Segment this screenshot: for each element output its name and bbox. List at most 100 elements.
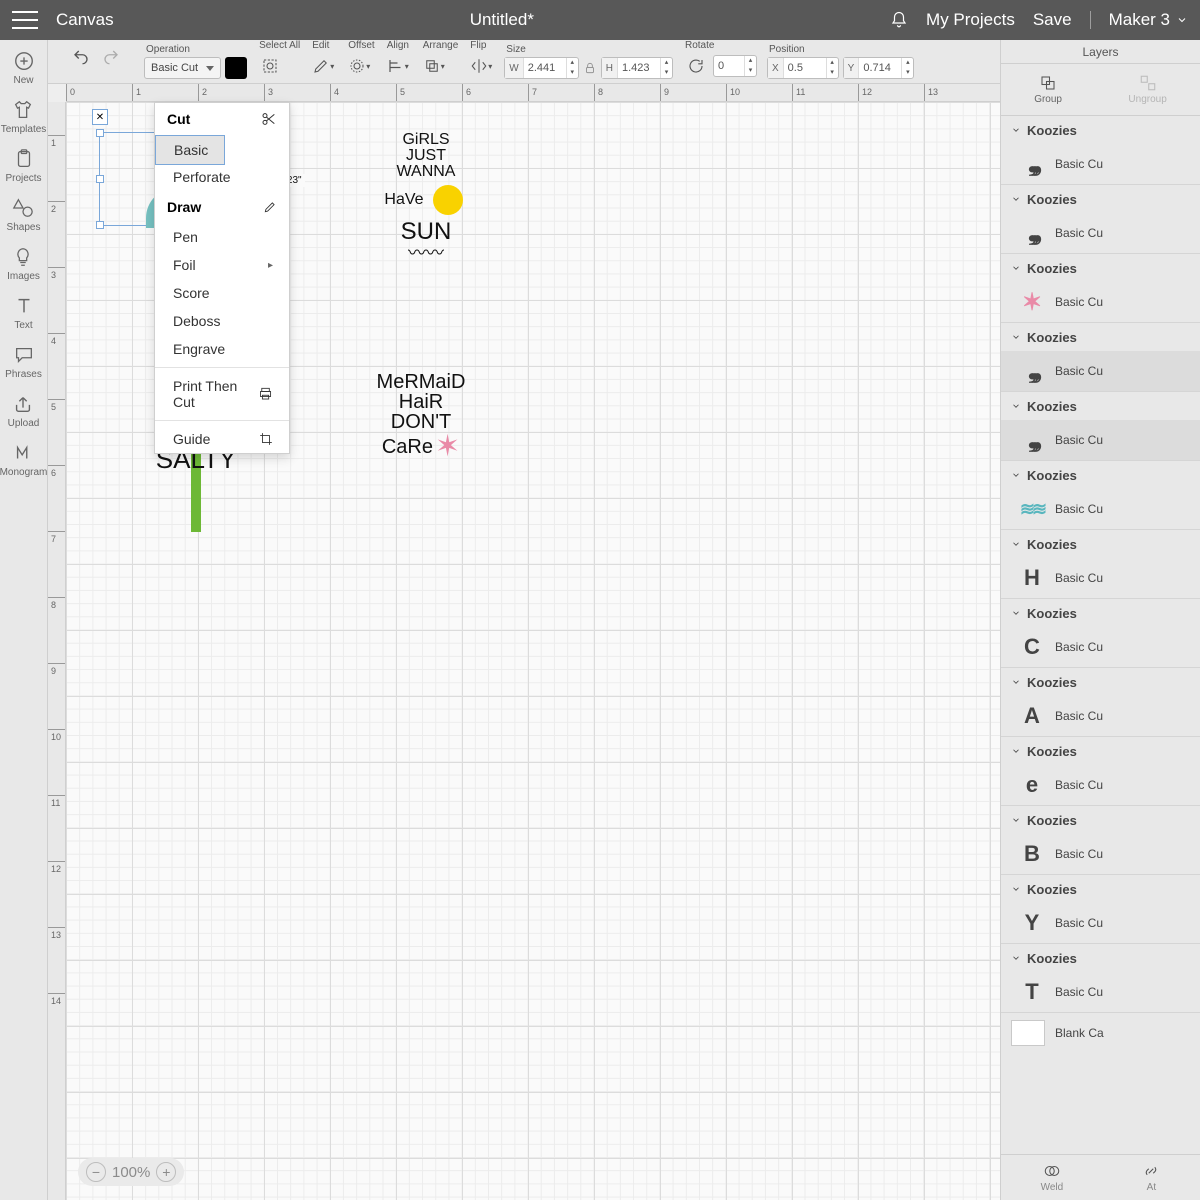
zoom-out-button[interactable]: − xyxy=(86,1162,106,1182)
layer-row[interactable]: CBasic Cu xyxy=(1001,627,1200,667)
layer-row[interactable]: ✶Basic Cu xyxy=(1001,282,1200,322)
layer-group-header[interactable]: Koozies xyxy=(1001,737,1200,765)
shirt-icon xyxy=(12,99,34,121)
rail-images[interactable]: Images xyxy=(7,246,40,282)
plus-icon xyxy=(13,50,35,72)
delete-handle[interactable]: ✕ xyxy=(92,109,108,125)
design-girls-sun[interactable]: GiRLS JUST WANNA HaVe SUN 〰〰 xyxy=(356,132,496,262)
layers-tab[interactable]: Layers xyxy=(1001,40,1200,64)
rotate-field[interactable]: 0▴▾ xyxy=(713,55,757,77)
layer-row[interactable]: ❟❟❟Basic Cu xyxy=(1001,144,1200,184)
rail-shapes[interactable]: Shapes xyxy=(7,197,41,233)
chevron-down-icon xyxy=(1011,608,1021,618)
layer-thumb: ✶ xyxy=(1019,289,1045,315)
width-field[interactable]: W2.441▴▾ xyxy=(504,57,578,79)
layer-thumb: ❟❟❟ xyxy=(1019,427,1045,453)
op-engrave[interactable]: Engrave xyxy=(155,335,289,363)
rail-monogram[interactable]: Monogram xyxy=(0,442,47,478)
layer-group-header[interactable]: Koozies xyxy=(1001,875,1200,903)
operation-select[interactable]: Basic Cut xyxy=(144,57,221,79)
save-button[interactable]: Save xyxy=(1033,10,1072,30)
op-guide[interactable]: Guide xyxy=(155,425,289,453)
handle[interactable] xyxy=(96,129,104,137)
ungroup-icon xyxy=(1139,74,1157,92)
rail-new[interactable]: New xyxy=(13,50,35,86)
layer-group-header[interactable]: Koozies xyxy=(1001,461,1200,489)
layer-group-header[interactable]: Koozies xyxy=(1001,254,1200,282)
layer-group-header[interactable]: Koozies xyxy=(1001,392,1200,420)
redo-button[interactable] xyxy=(102,48,120,66)
rail-upload[interactable]: Upload xyxy=(8,393,40,429)
layer-row[interactable]: ❟❟❟Basic Cu xyxy=(1001,420,1200,460)
layer-row[interactable]: ❟❟❟Basic Cu xyxy=(1001,213,1200,253)
op-foil[interactable]: Foil▸ xyxy=(155,251,289,279)
design-mermaid[interactable]: MeRMaiD HaiR DON'T CaRe ✶ xyxy=(346,372,496,462)
rotate-button[interactable] xyxy=(683,53,709,79)
layer-group-header[interactable]: Koozies xyxy=(1001,185,1200,213)
op-score[interactable]: Score xyxy=(155,279,289,307)
handle[interactable] xyxy=(96,175,104,183)
left-rail: New Templates Projects Shapes Images Tex… xyxy=(0,40,48,1200)
attach-button[interactable]: At xyxy=(1142,1162,1160,1193)
zoom-level: 100% xyxy=(112,1164,150,1181)
handle[interactable] xyxy=(96,221,104,229)
flip-button[interactable]: ▾ xyxy=(468,53,494,79)
op-deboss[interactable]: Deboss xyxy=(155,307,289,335)
offset-button[interactable]: ▾ xyxy=(346,53,372,79)
chevron-down-icon xyxy=(1011,401,1021,411)
position-y-field[interactable]: Y0.714▴▾ xyxy=(843,57,915,79)
chevron-down-icon xyxy=(1011,677,1021,687)
layer-group-header[interactable]: Koozies xyxy=(1001,530,1200,558)
edit-button[interactable]: ▾ xyxy=(310,53,336,79)
layer-row[interactable]: ABasic Cu xyxy=(1001,696,1200,736)
layer-group-header[interactable]: Koozies xyxy=(1001,806,1200,834)
layer-row[interactable]: HBasic Cu xyxy=(1001,558,1200,598)
layer-group-header[interactable]: Koozies xyxy=(1001,668,1200,696)
blank-canvas-row[interactable]: Blank Ca xyxy=(1001,1013,1200,1053)
chevron-down-icon xyxy=(1011,125,1021,135)
notifications-icon[interactable] xyxy=(890,11,908,29)
rail-text[interactable]: Text xyxy=(13,295,35,331)
menu-button[interactable] xyxy=(12,11,38,29)
layer-row[interactable]: eBasic Cu xyxy=(1001,765,1200,805)
weld-button[interactable]: Weld xyxy=(1041,1162,1064,1193)
machine-label: Maker 3 xyxy=(1109,10,1170,30)
op-pen[interactable]: Pen xyxy=(155,223,289,251)
layer-row[interactable]: YBasic Cu xyxy=(1001,903,1200,943)
align-button[interactable]: ▾ xyxy=(385,53,411,79)
layer-group-header[interactable]: Koozies xyxy=(1001,944,1200,972)
my-projects-link[interactable]: My Projects xyxy=(926,10,1015,30)
op-perforate[interactable]: Perforate xyxy=(155,163,289,191)
layer-thumb: A xyxy=(1019,703,1045,729)
select-all-button[interactable] xyxy=(257,53,283,79)
layer-list[interactable]: Koozies❟❟❟Basic CuKoozies❟❟❟Basic CuKooz… xyxy=(1001,116,1200,1154)
layer-row[interactable]: BBasic Cu xyxy=(1001,834,1200,874)
layer-row[interactable]: TBasic Cu xyxy=(1001,972,1200,1012)
ungroup-button[interactable]: Ungroup xyxy=(1128,74,1166,105)
zoom-in-button[interactable]: + xyxy=(156,1162,176,1182)
layer-group-header[interactable]: Koozies xyxy=(1001,599,1200,627)
layer-thumb: e xyxy=(1019,772,1045,798)
undo-button[interactable] xyxy=(72,48,90,66)
document-title[interactable]: Untitled* xyxy=(132,10,872,30)
layer-group-header[interactable]: Koozies xyxy=(1001,116,1200,144)
material-color-swatch[interactable] xyxy=(225,57,247,79)
rail-phrases[interactable]: Phrases xyxy=(5,344,42,380)
op-print-then-cut[interactable]: Print Then Cut xyxy=(155,372,289,416)
layer-row[interactable]: ≋≋Basic Cu xyxy=(1001,489,1200,529)
chat-icon xyxy=(13,344,35,366)
layer-group-header[interactable]: Koozies xyxy=(1001,323,1200,351)
layer-row[interactable]: ❟❟❟Basic Cu xyxy=(1001,351,1200,391)
machine-selector[interactable]: Maker 3 xyxy=(1109,10,1188,30)
op-section-cut: Cut xyxy=(155,103,289,135)
height-field[interactable]: H1.423▴▾ xyxy=(601,57,673,79)
arrange-icon xyxy=(423,57,441,75)
rail-templates[interactable]: Templates xyxy=(1,99,47,135)
scissors-icon xyxy=(261,111,277,127)
position-x-field[interactable]: X0.5▴▾ xyxy=(767,57,839,79)
arrange-button[interactable]: ▾ xyxy=(421,53,447,79)
group-button[interactable]: Group xyxy=(1034,74,1062,105)
op-basic[interactable]: Basic xyxy=(155,135,225,165)
rail-projects[interactable]: Projects xyxy=(5,148,41,184)
lock-aspect-icon[interactable] xyxy=(583,61,597,75)
